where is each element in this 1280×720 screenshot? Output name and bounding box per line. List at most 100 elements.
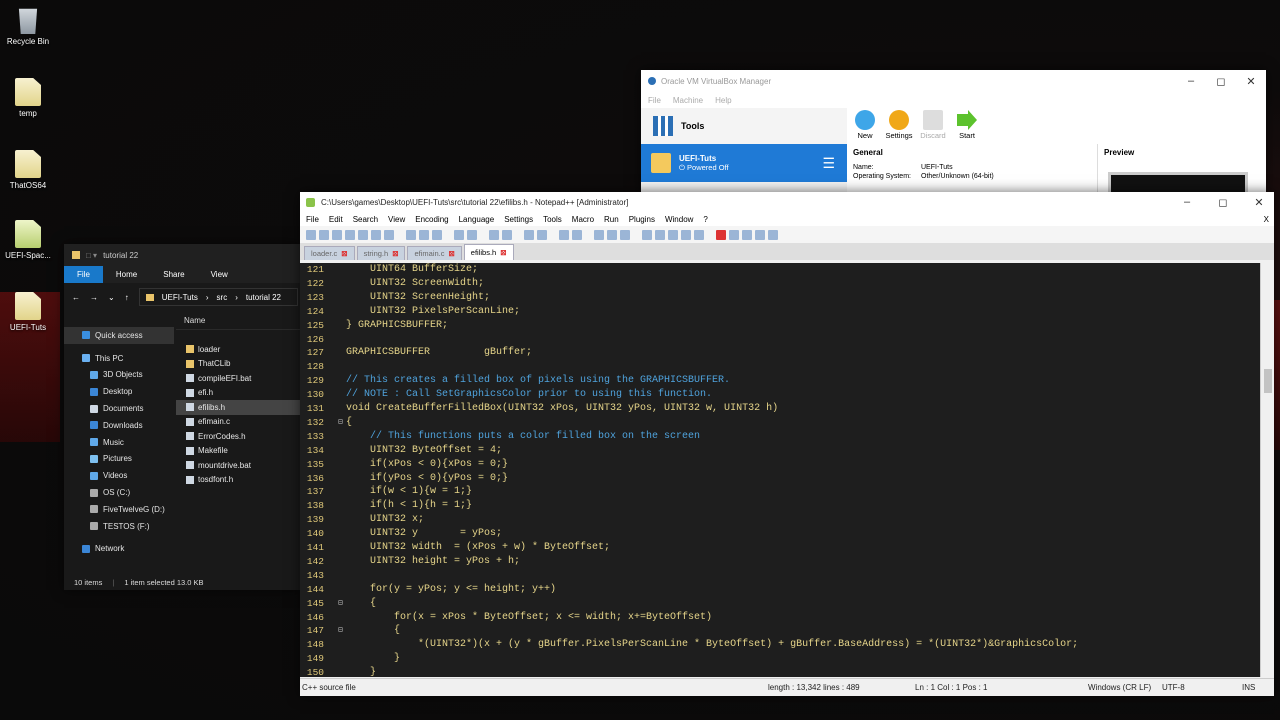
undo-icon[interactable] [454,229,464,240]
new-file-icon[interactable] [306,229,316,240]
file-row[interactable]: loader [176,342,300,357]
code-line[interactable]: 140 UINT32 y = yPos; [300,527,1260,541]
file-row[interactable]: ThatCLib [176,357,300,372]
ribbon-home-tab[interactable]: Home [103,270,150,279]
code-line[interactable]: 124 UINT32 PixelsPerScanLine; [300,305,1260,319]
minimize-button[interactable]: – [1176,75,1206,87]
desktop-icon-uefi-tuts[interactable]: UEFI-Tuts [0,292,56,332]
tab-efimain-c[interactable]: efimain.c ⊠ [407,246,462,260]
code-line[interactable]: 138 if(h < 1){h = 1;} [300,499,1260,513]
desktop-icon-thatos64[interactable]: ThatOS64 [0,150,56,190]
menu-tools[interactable]: Tools [543,215,562,224]
save-macro-icon[interactable] [768,229,778,240]
folder-workspace-icon[interactable] [681,229,691,240]
menu-file[interactable]: File [306,215,319,224]
maximize-button[interactable]: ◻ [1208,196,1238,209]
discard-button[interactable]: Discard [919,108,947,144]
desktop-icon-temp[interactable]: temp [0,78,56,118]
ribbon-share-tab[interactable]: Share [150,270,197,279]
code-line[interactable]: 144 for(y = yPos; y <= height; y++) [300,583,1260,597]
virtualbox-window[interactable]: Oracle VM VirtualBox Manager – ◻ ✕ File … [641,70,1266,195]
nav-downloads[interactable]: Downloads [64,417,174,434]
code-line[interactable]: 139 UINT32 x; [300,513,1260,527]
nav-quick-access[interactable]: Quick access [64,327,174,344]
code-line[interactable]: 135 if(xPos < 0){xPos = 0;} [300,458,1260,472]
file-row[interactable]: ErrorCodes.h [176,429,300,444]
code-line[interactable]: 122 UINT32 ScreenWidth; [300,277,1260,291]
word-wrap-icon[interactable] [594,229,604,240]
menu-encoding[interactable]: Encoding [415,215,448,224]
recent-dropdown-icon[interactable]: ⌄ [108,293,115,302]
code-line[interactable]: 142 UINT32 height = yPos + h; [300,555,1260,569]
code-line[interactable]: 145 ⊟ { [300,597,1260,611]
code-line[interactable]: 132 ⊟{ [300,416,1260,430]
menu-window[interactable]: Window [665,215,693,224]
code-line[interactable]: 126 [300,333,1260,347]
column-header-name[interactable]: Name [176,316,300,330]
settings-button[interactable]: Settings [885,108,913,144]
menu-plugins[interactable]: Plugins [629,215,655,224]
vm-menu-icon[interactable]: ☰ [822,155,835,172]
code-line[interactable]: 127 GRAPHICSBUFFER gBuffer; [300,346,1260,360]
back-arrow-icon[interactable]: ← [72,293,80,302]
menu-help[interactable]: ? [703,215,707,224]
vbox-menu-help[interactable]: Help [715,96,731,105]
start-button[interactable]: Start [953,108,981,144]
breadcrumb-item[interactable]: UEFI-Tuts [162,293,198,302]
address-path[interactable]: UEFI-Tuts › src › tutorial 22 [138,288,298,306]
code-line[interactable]: 149 } [300,652,1260,666]
stop-record-icon[interactable] [729,229,739,240]
file-row[interactable]: efi.h [176,386,300,401]
tab-close-icon[interactable]: ⊠ [341,249,347,258]
breadcrumb-item[interactable]: tutorial 22 [246,293,281,302]
sync-horizontal-icon[interactable] [572,229,582,240]
code-line[interactable]: 146 for(x = xPos * ByteOffset; x <= widt… [300,611,1260,625]
explorer-titlebar[interactable]: □ ▾ tutorial 22 [64,244,300,266]
run-macro-multiple-icon[interactable] [755,229,765,240]
code-line[interactable]: 147 ⊟ { [300,624,1260,638]
forward-arrow-icon[interactable]: → [90,293,98,302]
indent-guide-icon[interactable] [620,229,630,240]
menu-view[interactable]: View [388,215,405,224]
code-line[interactable]: 141 UINT32 width = (xPos + w) * ByteOffs… [300,541,1260,555]
file-row-selected[interactable]: efilibs.h [176,400,300,415]
nav-3d-objects[interactable]: 3D Objects [64,367,174,384]
notepadpp-window[interactable]: C:\Users\games\Desktop\UEFI-Tuts\src\tut… [300,192,1274,696]
maximize-button[interactable]: ◻ [1206,75,1236,88]
up-arrow-icon[interactable]: ↑ [125,293,129,302]
tab-close-icon[interactable]: ⊠ [500,248,506,257]
save-icon[interactable] [332,229,342,240]
nav-music[interactable]: Music [64,434,174,451]
code-line[interactable]: 143 [300,569,1260,583]
vbox-menu-file[interactable]: File [648,96,661,105]
copy-icon[interactable] [419,229,429,240]
show-all-chars-icon[interactable] [607,229,617,240]
sync-vertical-icon[interactable] [559,229,569,240]
nav-drive-c[interactable]: OS (C:) [64,484,174,501]
code-editor[interactable]: 121 UINT64 BufferSize; 122 UINT32 ScreenW… [300,263,1260,677]
close-file-icon[interactable] [358,229,368,240]
menu-macro[interactable]: Macro [572,215,594,224]
desktop-icon-recycle-bin[interactable]: Recycle Bin [0,6,56,46]
fold-marker-icon[interactable]: ⊟ [338,416,343,430]
menu-language[interactable]: Language [459,215,495,224]
replace-icon[interactable] [502,229,512,240]
tab-close-icon[interactable]: ⊠ [449,249,455,258]
code-line[interactable]: 125} GRAPHICSBUFFER; [300,319,1260,333]
print-icon[interactable] [384,229,394,240]
code-line[interactable]: 134 UINT32 ByteOffset = 4; [300,444,1260,458]
record-macro-icon[interactable] [716,229,726,240]
file-row[interactable]: efimain.c [176,415,300,430]
code-line[interactable]: 130 // NOTE : Call SetGraphicsColor prior… [300,388,1260,402]
menu-edit[interactable]: Edit [329,215,343,224]
menu-settings[interactable]: Settings [504,215,533,224]
vbox-tools-item[interactable]: Tools [641,108,847,144]
npp-titlebar[interactable]: C:\Users\games\Desktop\UEFI-Tuts\src\tut… [300,192,1274,212]
redo-icon[interactable] [467,229,477,240]
vbox-vm-item[interactable]: UEFI-Tuts ⏻ Powered Off ☰ [641,144,847,182]
code-line[interactable]: 123 UINT32 ScreenHeight; [300,291,1260,305]
file-row[interactable]: compileEFI.bat [176,371,300,386]
nav-this-pc[interactable]: This PC [64,350,174,367]
paste-icon[interactable] [432,229,442,240]
vbox-menu-machine[interactable]: Machine [673,96,703,105]
